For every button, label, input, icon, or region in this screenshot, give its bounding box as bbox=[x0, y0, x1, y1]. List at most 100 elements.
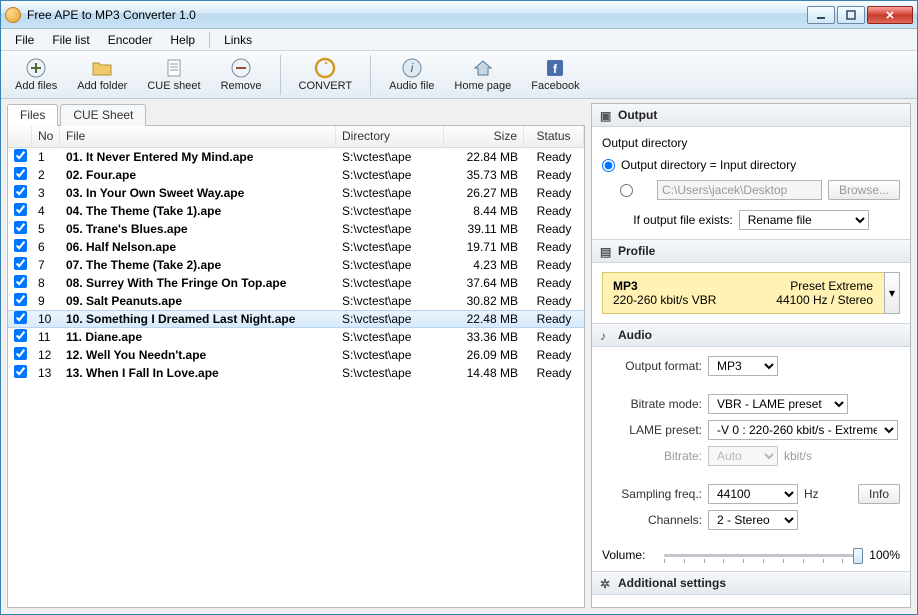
cell-no: 12 bbox=[32, 347, 60, 363]
files-pane: Files CUE Sheet No File Directory Size S… bbox=[7, 103, 585, 608]
table-row[interactable]: 707. The Theme (Take 2).apeS:\vctest\ape… bbox=[8, 256, 584, 274]
menu-help[interactable]: Help bbox=[162, 31, 203, 49]
maximize-button[interactable] bbox=[837, 6, 865, 24]
sampling-freq-select[interactable]: 44100 bbox=[708, 484, 798, 504]
row-checkbox[interactable] bbox=[14, 275, 27, 288]
cell-file: 10. Something I Dreamed Last Night.ape bbox=[60, 311, 336, 327]
profile-box[interactable]: MP3 220-260 kbit/s VBR Preset Extreme 44… bbox=[602, 272, 900, 314]
toolbar-separator bbox=[280, 55, 281, 95]
home-icon bbox=[472, 57, 494, 79]
grid-header: No File Directory Size Status bbox=[8, 126, 584, 148]
output-path-input[interactable] bbox=[657, 180, 822, 200]
cell-no: 1 bbox=[32, 149, 60, 165]
cell-file: 03. In Your Own Sweet Way.ape bbox=[60, 185, 336, 201]
home-page-button[interactable]: Home page bbox=[446, 54, 519, 95]
info-button[interactable]: Info bbox=[858, 484, 900, 504]
row-checkbox[interactable] bbox=[14, 311, 27, 324]
add-folder-button[interactable]: Add folder bbox=[69, 54, 135, 95]
cell-file: 11. Diane.ape bbox=[60, 329, 336, 345]
table-row[interactable]: 505. Trane's Blues.apeS:\vctest\ape39.11… bbox=[8, 220, 584, 238]
remove-button[interactable]: Remove bbox=[213, 54, 270, 95]
table-row[interactable]: 404. The Theme (Take 1).apeS:\vctest\ape… bbox=[8, 202, 584, 220]
cell-no: 9 bbox=[32, 293, 60, 309]
tab-files[interactable]: Files bbox=[7, 104, 58, 126]
table-row[interactable]: 606. Half Nelson.apeS:\vctest\ape19.71 M… bbox=[8, 238, 584, 256]
table-row[interactable]: 1111. Diane.apeS:\vctest\ape33.36 MBRead… bbox=[8, 328, 584, 346]
output-format-select[interactable]: MP3 bbox=[708, 356, 778, 376]
cell-size: 35.73 MB bbox=[444, 167, 524, 183]
lame-preset-select[interactable]: -V 0 : 220-260 kbit/s - Extreme bbox=[708, 420, 898, 440]
table-row[interactable]: 101. It Never Entered My Mind.apeS:\vcte… bbox=[8, 148, 584, 166]
profile-header[interactable]: ▤Profile bbox=[592, 239, 910, 263]
cell-file: 01. It Never Entered My Mind.ape bbox=[60, 149, 336, 165]
output-custom-dir-radio[interactable] bbox=[602, 184, 651, 197]
row-checkbox[interactable] bbox=[14, 185, 27, 198]
file-grid: No File Directory Size Status 101. It Ne… bbox=[7, 125, 585, 608]
table-row[interactable]: 1212. Well You Needn't.apeS:\vctest\ape2… bbox=[8, 346, 584, 364]
table-row[interactable]: 1010. Something I Dreamed Last Night.ape… bbox=[8, 310, 584, 328]
cell-directory: S:\vctest\ape bbox=[336, 203, 444, 219]
table-row[interactable]: 1313. When I Fall In Love.apeS:\vctest\a… bbox=[8, 364, 584, 382]
row-checkbox[interactable] bbox=[14, 365, 27, 378]
column-status[interactable]: Status bbox=[524, 126, 584, 147]
row-checkbox[interactable] bbox=[14, 149, 27, 162]
add-files-button[interactable]: Add files bbox=[7, 54, 65, 95]
column-size[interactable]: Size bbox=[444, 126, 524, 147]
audio-file-button[interactable]: iAudio file bbox=[381, 54, 442, 95]
app-icon bbox=[5, 7, 21, 23]
cell-file: 13. When I Fall In Love.ape bbox=[60, 365, 336, 381]
cell-status: Ready bbox=[524, 149, 584, 165]
browse-button[interactable]: Browse... bbox=[828, 180, 900, 200]
menu-filelist[interactable]: File list bbox=[44, 31, 97, 49]
settings-pane: ▣Output Output directory Output director… bbox=[591, 103, 911, 608]
menu-links[interactable]: Links bbox=[216, 31, 260, 49]
facebook-button[interactable]: fFacebook bbox=[523, 54, 587, 95]
close-button[interactable] bbox=[867, 6, 913, 24]
row-checkbox[interactable] bbox=[14, 347, 27, 360]
output-same-dir-radio[interactable] bbox=[602, 159, 615, 172]
row-checkbox[interactable] bbox=[14, 203, 27, 216]
table-row[interactable]: 303. In Your Own Sweet Way.apeS:\vctest\… bbox=[8, 184, 584, 202]
audio-header[interactable]: ♪Audio bbox=[592, 323, 910, 347]
chevron-down-icon[interactable]: ▾ bbox=[884, 272, 900, 314]
row-checkbox[interactable] bbox=[14, 257, 27, 270]
row-checkbox[interactable] bbox=[14, 221, 27, 234]
document-icon bbox=[163, 57, 185, 79]
table-row[interactable]: 202. Four.apeS:\vctest\ape35.73 MBReady bbox=[8, 166, 584, 184]
output-dir-label: Output directory bbox=[602, 136, 900, 150]
tab-cue-sheet[interactable]: CUE Sheet bbox=[60, 104, 146, 126]
row-checkbox[interactable] bbox=[14, 293, 27, 306]
row-checkbox[interactable] bbox=[14, 167, 27, 180]
cell-no: 11 bbox=[32, 329, 60, 345]
volume-slider[interactable] bbox=[664, 554, 863, 557]
info-icon: i bbox=[401, 57, 423, 79]
column-directory[interactable]: Directory bbox=[336, 126, 444, 147]
titlebar: Free APE to MP3 Converter 1.0 bbox=[1, 1, 917, 29]
channels-select[interactable]: 2 - Stereo bbox=[708, 510, 798, 530]
additional-header[interactable]: ✲Additional settings bbox=[592, 571, 910, 595]
cell-no: 10 bbox=[32, 311, 60, 327]
table-row[interactable]: 808. Surrey With The Fringe On Top.apeS:… bbox=[8, 274, 584, 292]
output-same-dir-label: Output directory = Input directory bbox=[621, 158, 796, 172]
bitrate-mode-select[interactable]: VBR - LAME preset bbox=[708, 394, 848, 414]
cell-no: 6 bbox=[32, 239, 60, 255]
exists-select[interactable]: Rename file bbox=[739, 210, 869, 230]
svg-text:i: i bbox=[410, 61, 413, 75]
column-file[interactable]: File bbox=[60, 126, 336, 147]
cell-directory: S:\vctest\ape bbox=[336, 167, 444, 183]
row-checkbox[interactable] bbox=[14, 239, 27, 252]
table-row[interactable]: 909. Salt Peanuts.apeS:\vctest\ape30.82 … bbox=[8, 292, 584, 310]
exists-label: If output file exists: bbox=[633, 213, 732, 227]
minimize-button[interactable] bbox=[807, 6, 835, 24]
row-checkbox[interactable] bbox=[14, 329, 27, 342]
bitrate-select[interactable]: Auto bbox=[708, 446, 778, 466]
cell-no: 2 bbox=[32, 167, 60, 183]
menu-file[interactable]: File bbox=[7, 31, 42, 49]
menu-encoder[interactable]: Encoder bbox=[100, 31, 161, 49]
convert-button[interactable]: CONVERT bbox=[291, 54, 361, 95]
cue-sheet-button[interactable]: CUE sheet bbox=[139, 54, 208, 95]
menu-separator bbox=[209, 32, 210, 48]
collapse-icon: ▣ bbox=[600, 109, 612, 121]
column-no[interactable]: No bbox=[32, 126, 60, 147]
output-header[interactable]: ▣Output bbox=[592, 104, 910, 127]
